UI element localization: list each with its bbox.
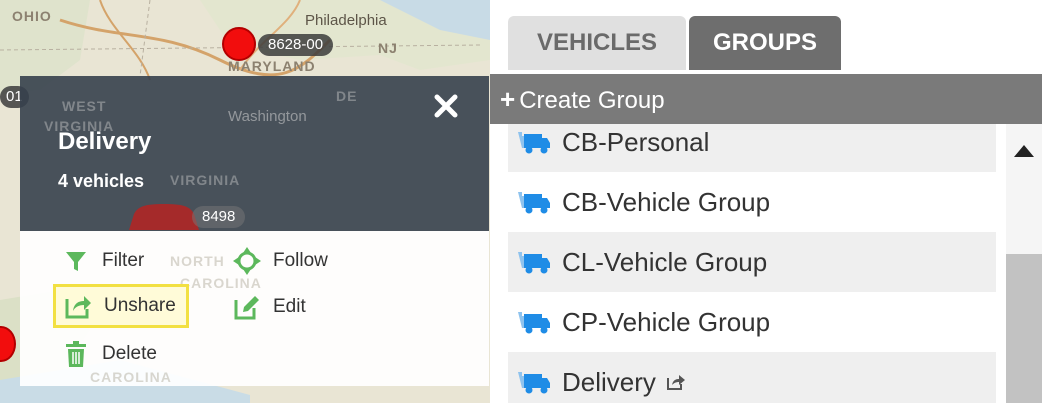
truck-icon — [518, 372, 550, 394]
trash-icon — [62, 340, 90, 368]
group-name: CL-Vehicle Group — [562, 246, 768, 277]
list-item[interactable]: Delivery — [508, 352, 996, 403]
popup-actions: NORTH CAROLINA CAROLINA Filter Follow Un… — [20, 231, 489, 386]
crosshair-icon — [233, 247, 261, 275]
close-icon[interactable] — [432, 92, 460, 120]
plus-icon: + — [500, 84, 516, 114]
list-item[interactable]: CL-Vehicle Group — [508, 232, 996, 292]
truck-icon — [518, 192, 550, 214]
vehicle-marker[interactable] — [222, 27, 256, 61]
filter-icon — [62, 247, 90, 275]
popup-title: Delivery — [58, 128, 152, 155]
map-label-washington: Washington — [228, 108, 307, 125]
truck-icon — [518, 252, 550, 274]
popup-header: WEST VIRGINIA DE Washington VIRGINIA 849… — [20, 76, 489, 231]
map-label-ohio: OHIO — [12, 8, 52, 24]
map-label-west: WEST — [62, 98, 107, 114]
vehicle-marker-tag[interactable]: 8628-00 — [258, 34, 334, 56]
edit-button[interactable]: Edit — [233, 290, 306, 324]
unshare-button[interactable]: Unshare — [53, 284, 189, 328]
vehicle-marker-tag[interactable]: 8498 — [192, 206, 246, 228]
truck-icon — [518, 132, 550, 154]
truck-icon — [518, 312, 550, 334]
group-name: Delivery — [562, 366, 656, 397]
delete-button[interactable]: Delete — [62, 337, 157, 371]
group-list[interactable]: CB-Personal CB-Vehicle Group CL-Vehicle … — [508, 112, 996, 403]
share-icon — [64, 292, 92, 320]
map-label-philadelphia: Philadelphia — [305, 12, 387, 29]
create-group-label: Create Group — [519, 87, 665, 114]
tab-vehicles[interactable]: VEHICLES — [508, 16, 686, 70]
filter-label: Filter — [102, 250, 145, 271]
scrollbar-thumb[interactable] — [1006, 254, 1042, 403]
group-name: CB-Vehicle Group — [562, 186, 771, 217]
group-name: CB-Personal — [562, 126, 710, 157]
list-item[interactable]: CP-Vehicle Group — [508, 292, 996, 352]
filter-button[interactable]: Filter — [62, 244, 144, 278]
map-label-south-carolina: CAROLINA — [90, 369, 172, 385]
unshare-label: Unshare — [104, 295, 176, 316]
group-name: CP-Vehicle Group — [562, 306, 771, 337]
popup-vehicle-count: 4 vehicles — [58, 171, 145, 191]
map-label-nj: NJ — [378, 40, 398, 56]
map-label-virginia: VIRGINIA — [170, 172, 241, 188]
edit-icon — [233, 293, 261, 321]
list-item[interactable]: CB-Vehicle Group — [508, 172, 996, 232]
groups-panel: VEHICLES GROUPS CB-Personal CB-Vehicle G… — [490, 0, 1042, 403]
scroll-up-arrow-icon[interactable] — [1014, 145, 1034, 157]
shared-icon — [666, 375, 685, 390]
follow-button[interactable]: Follow — [233, 244, 328, 278]
map-label-north: NORTH — [170, 253, 225, 269]
map-label-de: DE — [336, 88, 358, 104]
create-group-button[interactable]: + Create Group — [490, 74, 1042, 124]
edit-label: Edit — [273, 296, 306, 317]
delete-label: Delete — [102, 343, 157, 364]
group-popup: WEST VIRGINIA DE Washington VIRGINIA 849… — [20, 76, 489, 386]
tab-groups[interactable]: GROUPS — [689, 16, 841, 70]
follow-label: Follow — [273, 250, 328, 271]
